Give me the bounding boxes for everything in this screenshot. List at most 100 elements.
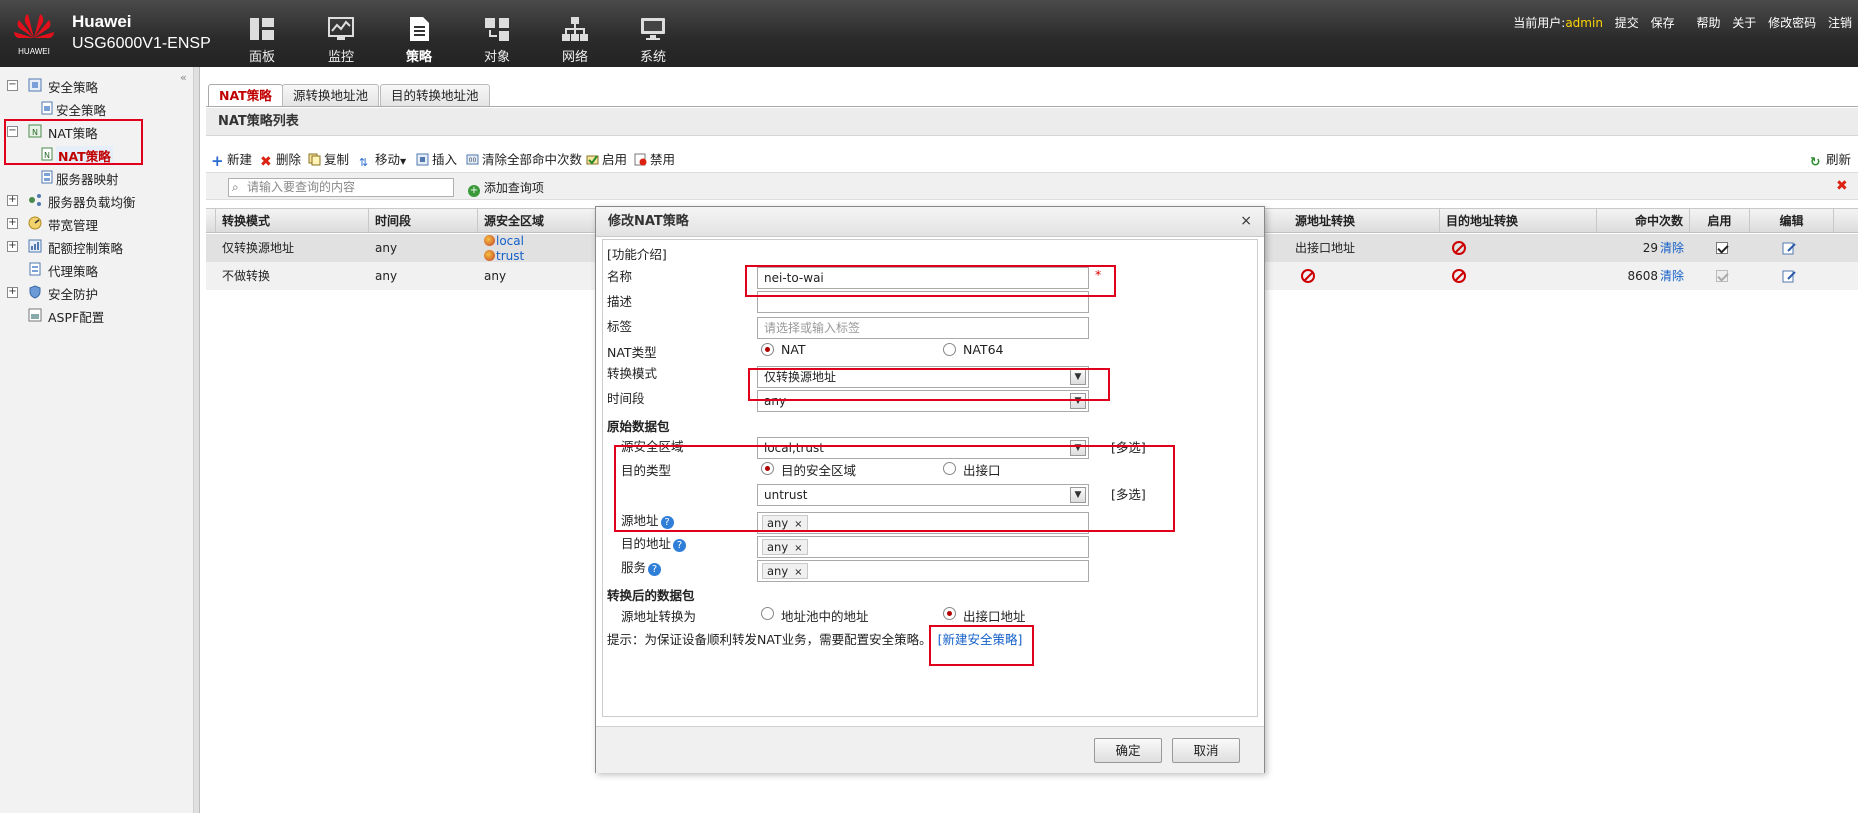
cell-time: any (375, 241, 398, 255)
src-zone-select[interactable]: local,trust ▼ (757, 437, 1089, 459)
chevron-down-icon: ▼ (1070, 369, 1086, 385)
original-packet-section: 原始数据包 (607, 419, 670, 434)
sidebar-item-server-lb[interactable]: + 服务器负载均衡 (0, 192, 190, 210)
nav-object-label: 对象 (483, 50, 510, 65)
expand-icon[interactable]: + (7, 241, 18, 252)
src-trans-interface-radio[interactable] (943, 607, 956, 620)
service-label: 服务? (621, 557, 662, 576)
col-mode[interactable]: 转换模式 (216, 209, 369, 233)
col-hits[interactable]: 命中次数 (1597, 209, 1690, 233)
dst-addr-label: 目的地址? (621, 533, 687, 552)
insert-button[interactable]: 插入 (416, 151, 457, 169)
nav-system[interactable]: 系统 (625, 16, 681, 65)
refresh-label: 刷新 (1826, 152, 1852, 167)
enable-button[interactable]: 启用 (586, 151, 627, 169)
remove-tag-icon[interactable]: × (794, 567, 802, 578)
sidebar-item-security-protection[interactable]: + 安全防护 (0, 284, 190, 302)
mode-select[interactable]: 仅转换源地址 ▼ (757, 366, 1089, 388)
service-input[interactable]: any × (757, 560, 1089, 582)
cell-dst-trans (1446, 262, 1466, 290)
src-addr-input[interactable]: any × (757, 512, 1089, 534)
sidebar-item-nat-policy[interactable]: N NAT策略 (0, 146, 190, 165)
clear-hits-link[interactable]: 清除 (1654, 234, 1684, 262)
sidebar-item-security-policy[interactable]: 安全策略 (0, 100, 190, 118)
help-icon[interactable]: ? (673, 539, 687, 552)
new-security-policy-link[interactable]: [新建安全策略] (938, 632, 1023, 647)
save-link[interactable]: 保存 (1651, 16, 1675, 30)
ok-button[interactable]: 确定 (1094, 738, 1162, 763)
submit-link[interactable]: 提交 (1615, 16, 1639, 30)
refresh-button[interactable]: ↻ 刷新 (1810, 151, 1851, 169)
name-input[interactable]: nei-to-wai (757, 267, 1089, 289)
col-enabled[interactable]: 启用 (1690, 209, 1750, 233)
tag-input[interactable]: 请选择或输入标签 (757, 317, 1089, 339)
sidebar-item-quota[interactable]: + 配额控制策略 (0, 238, 190, 256)
sidebar-item-nat-policy-group[interactable]: − N NAT策略 (0, 123, 190, 141)
col-src-trans[interactable]: 源地址转换 (1289, 209, 1440, 233)
col-src-zone[interactable]: 源安全区域 (478, 209, 598, 233)
clear-hits-button[interactable]: 00 清除全部命中次数 (466, 151, 582, 169)
tab-nat-policy[interactable]: NAT策略 (208, 84, 283, 106)
time-select[interactable]: any ▼ (757, 390, 1089, 412)
dst-zone-select[interactable]: untrust ▼ (757, 484, 1089, 506)
nav-object[interactable]: 对象 (469, 16, 525, 65)
tab-dest-nat-pool[interactable]: 目的转换地址池 (380, 84, 490, 106)
new-button[interactable]: + 新建 (211, 151, 252, 169)
expand-icon[interactable]: + (7, 218, 18, 229)
collapse-icon[interactable]: − (7, 126, 18, 137)
logout-link[interactable]: 注销 (1828, 16, 1852, 30)
clear-search-icon[interactable]: ✖ (1836, 178, 1848, 194)
desc-input[interactable] (757, 291, 1089, 313)
close-icon[interactable]: × (1240, 214, 1252, 228)
object-icon (485, 18, 509, 41)
col-time[interactable]: 时间段 (369, 209, 478, 233)
delete-button[interactable]: ✖ 删除 (260, 151, 301, 169)
nav-network[interactable]: 网络 (547, 16, 603, 65)
clear-hits-link[interactable]: 清除 (1654, 262, 1684, 290)
copy-button[interactable]: 复制 (308, 151, 349, 169)
expand-icon[interactable]: + (7, 195, 18, 206)
col-dst-trans[interactable]: 目的地址转换 (1440, 209, 1597, 233)
nat-type-nat-radio[interactable] (761, 343, 774, 356)
dst-zone-multiselect-link[interactable]: [多选] (1111, 484, 1146, 503)
sidebar-item-aspf[interactable]: ASPF配置 (0, 307, 190, 325)
system-icon (641, 18, 665, 40)
src-zone-multiselect-link[interactable]: [多选] (1111, 437, 1146, 456)
dst-type-interface-radio[interactable] (943, 462, 956, 475)
sidebar-item-proxy[interactable]: 代理策略 (0, 261, 190, 279)
change-password-link[interactable]: 修改密码 (1768, 16, 1816, 30)
disable-button[interactable]: 禁用 (634, 151, 675, 169)
help-icon[interactable]: ? (648, 563, 662, 576)
shield-icon (28, 285, 42, 299)
cancel-button[interactable]: 取消 (1172, 738, 1240, 763)
expand-icon[interactable]: + (7, 287, 18, 298)
no-entry-icon (1452, 269, 1466, 283)
feature-intro-link[interactable]: [功能介绍] (607, 244, 667, 263)
dst-addr-input[interactable]: any × (757, 536, 1089, 558)
tab-source-nat-pool[interactable]: 源转换地址池 (282, 84, 380, 106)
src-trans-pool-radio[interactable] (761, 607, 774, 620)
sidebar-item-bandwidth[interactable]: + 带宽管理 (0, 215, 190, 233)
col-edit[interactable]: 编辑 (1750, 209, 1834, 233)
edit-icon[interactable] (1776, 234, 1796, 262)
help-link[interactable]: 帮助 (1696, 16, 1720, 30)
enabled-checkbox[interactable] (1716, 242, 1728, 254)
search-input[interactable]: ⌕ 请输入要查询的内容 (228, 178, 454, 197)
nav-policy[interactable]: 策略 (391, 16, 447, 65)
edit-icon[interactable] (1776, 262, 1796, 290)
nav-monitor[interactable]: 监控 (313, 16, 369, 65)
nat-type-nat64-radio[interactable] (943, 343, 956, 356)
sidebar-item-security-policy-group[interactable]: − 安全策略 (0, 77, 190, 95)
remove-tag-icon[interactable]: × (794, 543, 802, 554)
remove-tag-icon[interactable]: × (794, 519, 802, 530)
add-query-button[interactable]: + 添加查询项 (468, 179, 544, 197)
help-icon[interactable]: ? (660, 516, 674, 529)
list-title: NAT策略列表 (206, 108, 1858, 136)
dst-type-zone-radio[interactable] (761, 462, 774, 475)
move-button[interactable]: ⇅ 移动▼ (359, 151, 406, 169)
about-link[interactable]: 关于 (1732, 16, 1756, 30)
nav-dashboard[interactable]: 面板 (234, 16, 290, 65)
svg-text:N: N (32, 128, 38, 137)
sidebar-item-server-mapping[interactable]: 服务器映射 (0, 169, 190, 187)
collapse-icon[interactable]: − (7, 80, 18, 91)
